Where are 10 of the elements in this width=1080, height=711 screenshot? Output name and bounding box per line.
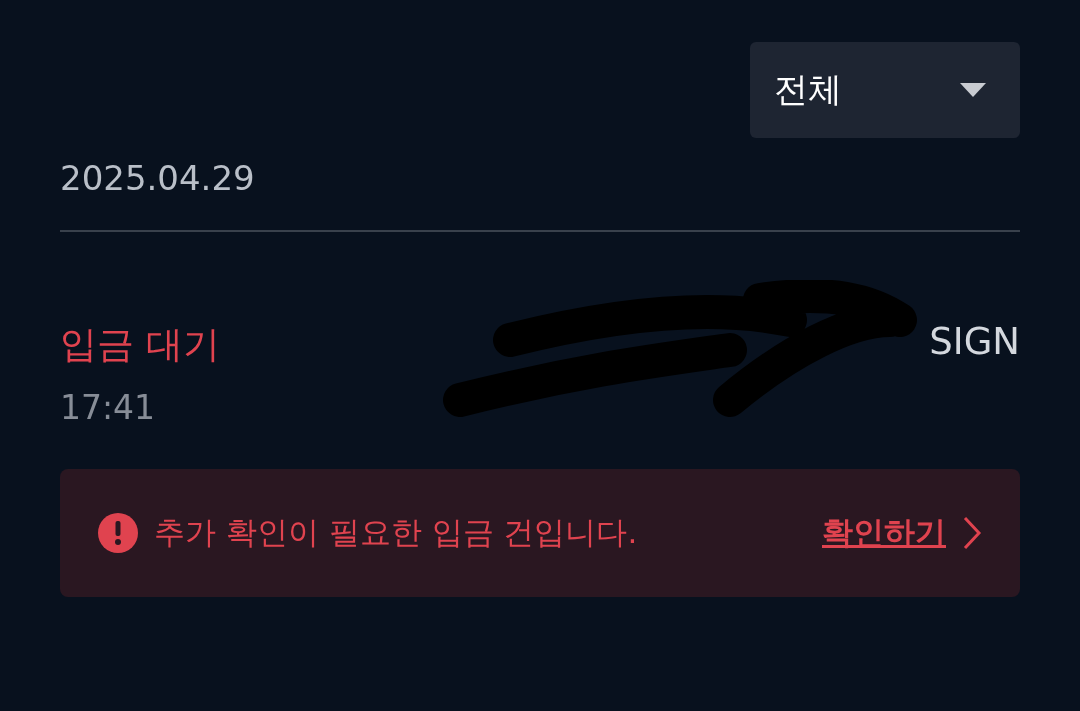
alert-message: 추가 확인이 필요한 입금 건입니다. [154, 513, 639, 552]
alert-icon [98, 513, 138, 553]
transaction-time: 17:41 [60, 388, 157, 427]
date-header: 2025.04.29 [60, 158, 1020, 232]
confirm-link[interactable]: 확인하기 [822, 512, 946, 554]
caret-icon [960, 83, 986, 97]
transaction-status: 입금 대기 [60, 322, 220, 368]
transaction-name: SIGN [929, 320, 1020, 363]
filter-dropdown[interactable]: 전체 [750, 42, 1020, 138]
chevron-right-icon [962, 516, 982, 550]
